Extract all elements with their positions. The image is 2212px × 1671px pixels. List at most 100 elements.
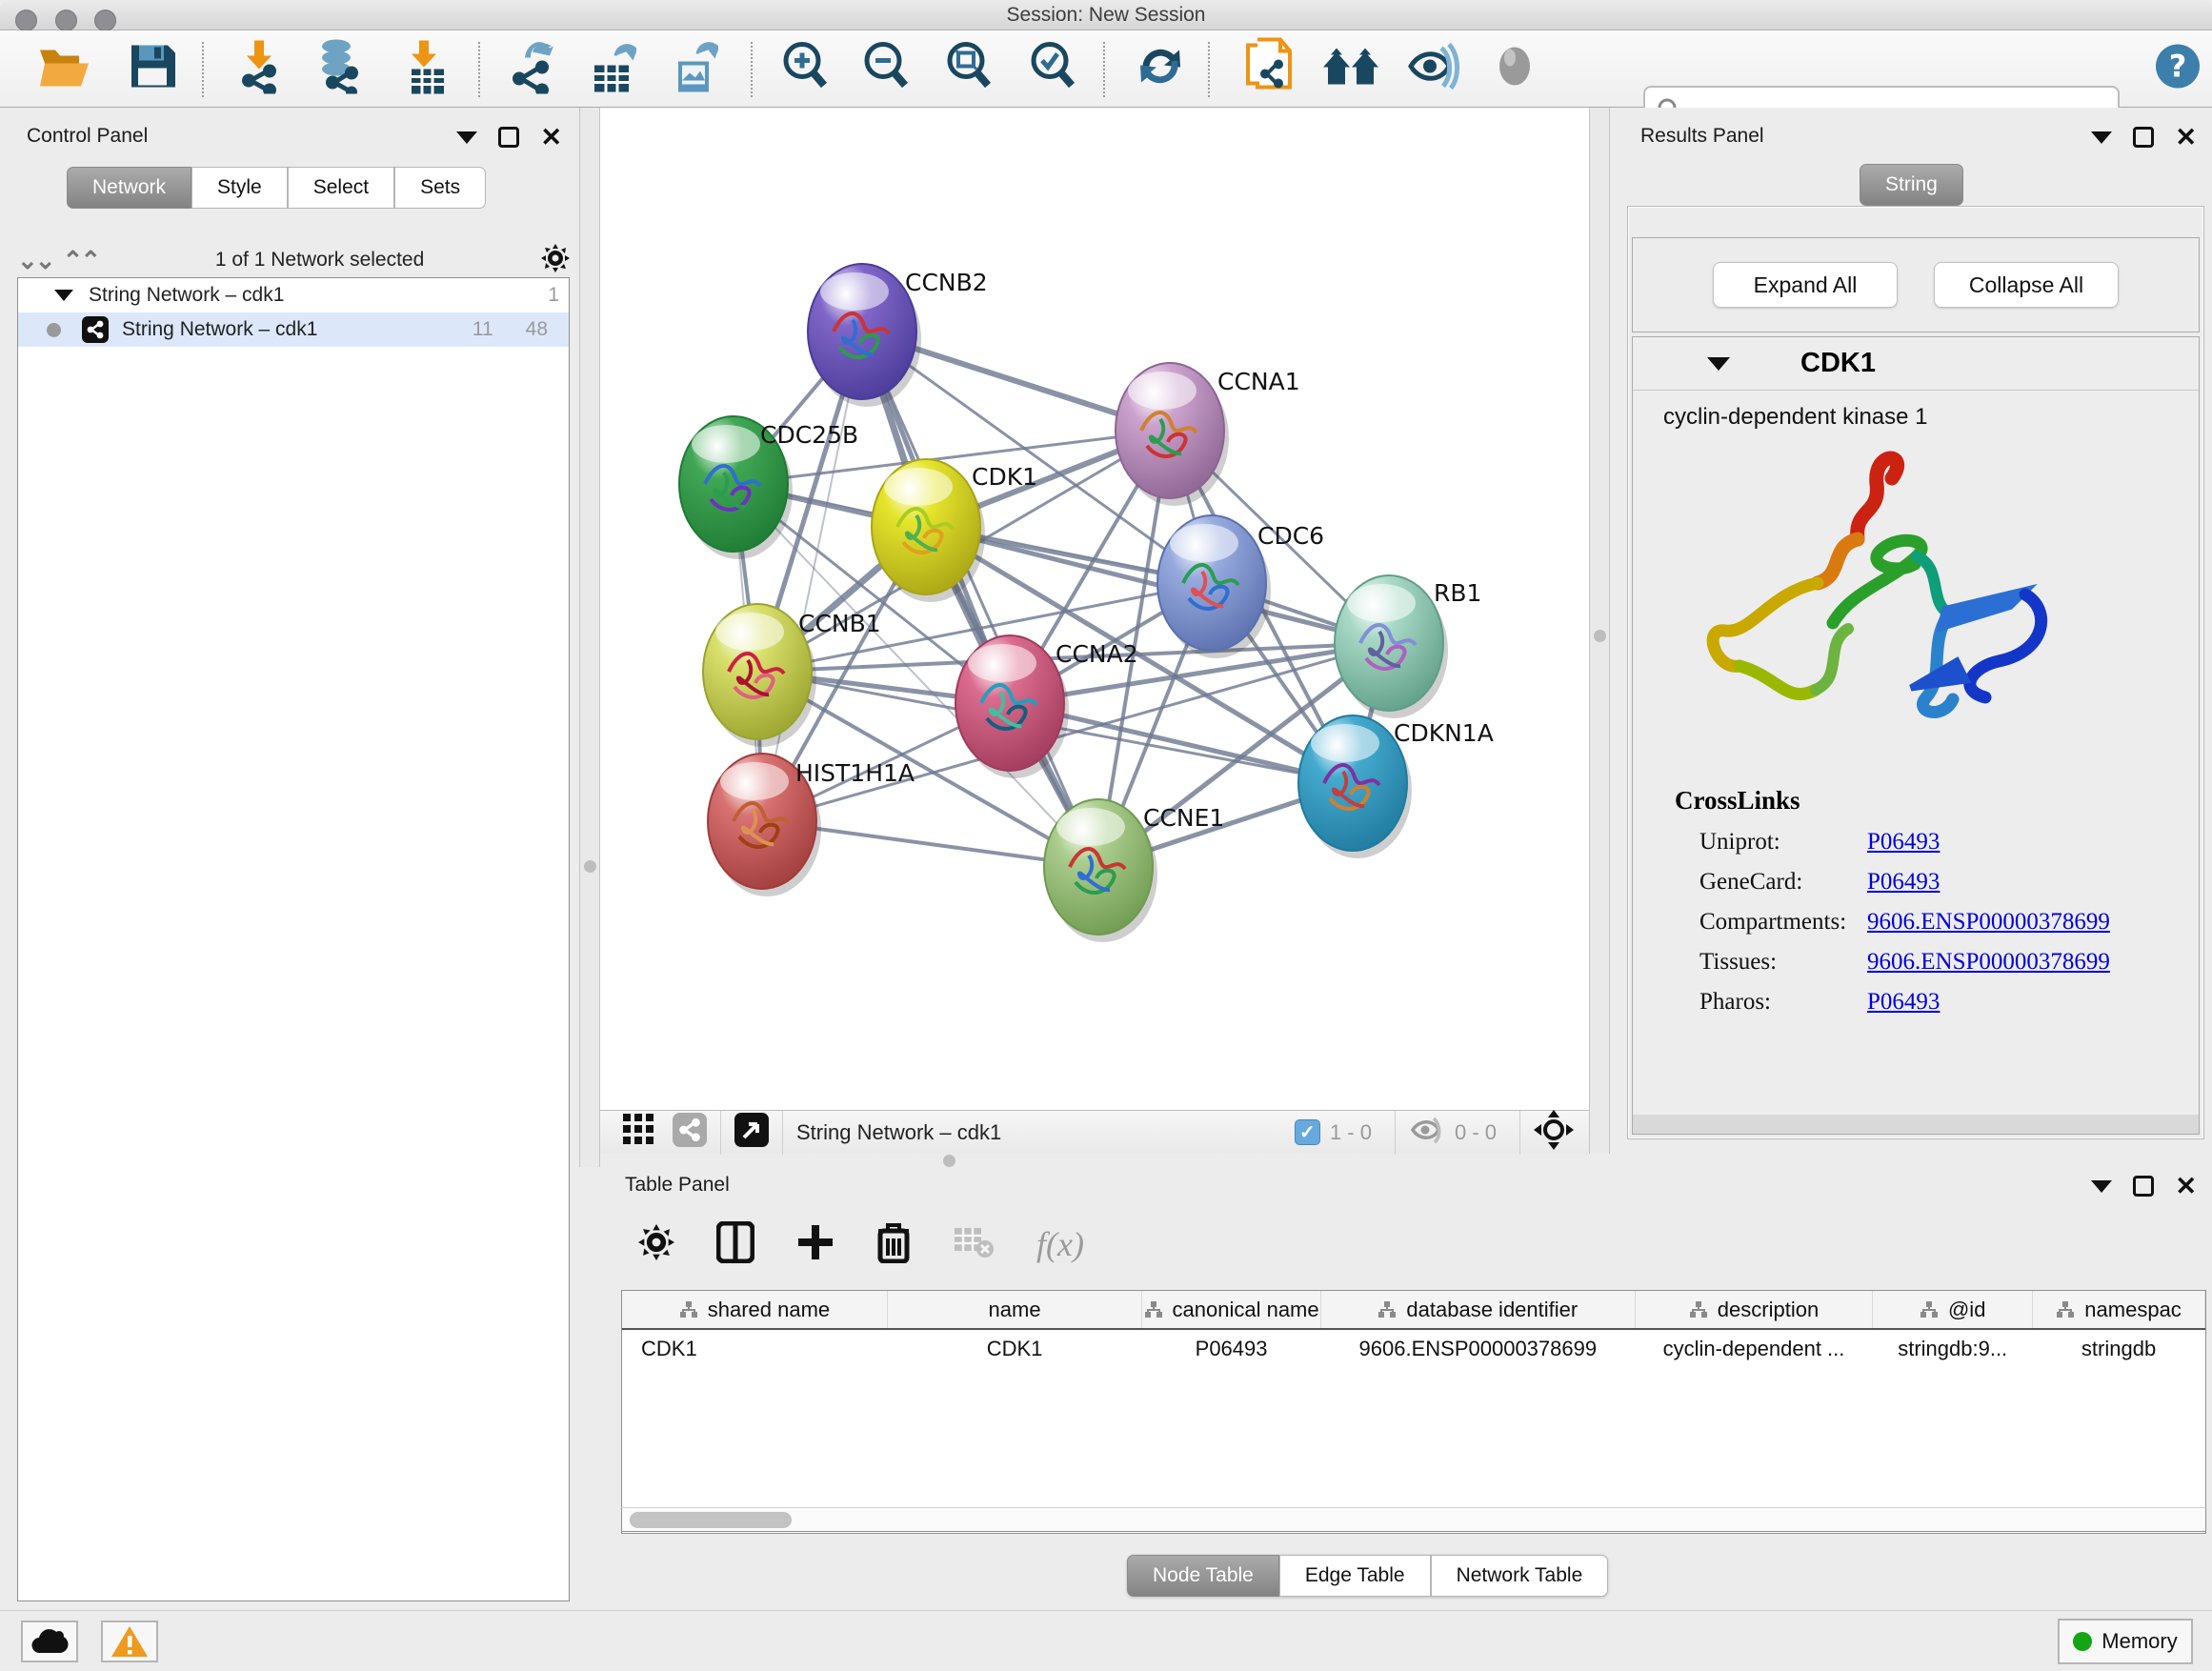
network-node-CDC25B[interactable]: CDC25B	[679, 416, 858, 559]
column-header--id[interactable]: @id	[1873, 1291, 2033, 1329]
birdseye-view-icon[interactable]	[734, 1113, 769, 1152]
column-header-description[interactable]: description	[1635, 1291, 1873, 1329]
node-table[interactable]: shared namenamecanonical namedatabase id…	[621, 1290, 2206, 1534]
zoom-out-icon[interactable]	[860, 40, 912, 98]
column-header-name[interactable]: name	[887, 1291, 1141, 1329]
network-share-view-icon[interactable]	[673, 1113, 707, 1152]
network-canvas[interactable]: CCNB2CCNA1CDC25BCDK1CDC6RB1CCNB1CCNA2CDK…	[600, 108, 1589, 1110]
fit-content-crosshair-icon[interactable]	[1534, 1110, 1574, 1155]
network-collection-row[interactable]: String Network – cdk1 1	[18, 278, 569, 312]
hide-selected-icon[interactable]	[1405, 43, 1460, 95]
network-options-gear-icon[interactable]	[541, 244, 570, 277]
import-table-from-file-icon[interactable]	[402, 39, 450, 99]
scrollbar-thumb[interactable]	[630, 1512, 792, 1528]
network-node-CCNA1[interactable]: CCNA1	[1116, 363, 1300, 506]
network-node-CCNA2[interactable]: CCNA2	[955, 635, 1138, 778]
crosslink-link[interactable]: 9606.ENSP00000378699	[1867, 909, 2110, 936]
tab-style[interactable]: Style	[191, 167, 288, 209]
table-panel-float-icon[interactable]	[2133, 1176, 2154, 1197]
table-panel-menu-icon[interactable]	[2091, 1180, 2112, 1193]
table-row[interactable]: CDK1CDK1P064939606.ENSP00000378699cyclin…	[622, 1329, 2205, 1367]
expand-all-button[interactable]: Expand All	[1713, 262, 1898, 308]
column-header-shared-name[interactable]: shared name	[622, 1291, 887, 1329]
grid-view-icon[interactable]	[623, 1114, 655, 1151]
results-panel-float-icon[interactable]	[2133, 127, 2154, 148]
zoom-selected-icon[interactable]	[1027, 40, 1078, 98]
import-network-from-database-icon[interactable]	[312, 39, 365, 99]
network-node-CDC6[interactable]: CDC6	[1157, 515, 1324, 658]
table-cell[interactable]: CDK1	[887, 1329, 1141, 1367]
crosslink-link[interactable]: P06493	[1867, 829, 1940, 856]
column-header-canonical-name[interactable]: canonical name	[1142, 1291, 1321, 1329]
export-network-icon[interactable]	[506, 39, 557, 99]
tab-select[interactable]: Select	[288, 167, 394, 209]
apply-preferred-layout-icon[interactable]	[1134, 40, 1187, 98]
add-column-icon[interactable]	[796, 1223, 835, 1266]
collection-expand-icon[interactable]	[54, 290, 73, 301]
splitter-handle-icon[interactable]	[584, 860, 596, 873]
table-cell[interactable]: 9606.ENSP00000378699	[1320, 1329, 1635, 1367]
left-splitter[interactable]	[579, 108, 600, 1167]
tab-string[interactable]: String	[1860, 164, 1963, 206]
network-edge-CCNB2-HIST1H1A[interactable]	[762, 332, 862, 821]
export-image-icon[interactable]	[669, 39, 718, 99]
control-panel-float-icon[interactable]	[498, 127, 519, 148]
table-horizontal-scrollbar[interactable]	[621, 1507, 2206, 1532]
crosslink-link[interactable]: 9606.ENSP00000378699	[1867, 949, 2110, 976]
cloud-status-button[interactable]	[21, 1621, 78, 1662]
right-splitter[interactable]	[1589, 108, 1610, 1167]
hidden-counts: 0 - 0	[1455, 1120, 1497, 1145]
table-panel-close-icon[interactable]: ✕	[2175, 1176, 2197, 1197]
show-columns-icon[interactable]	[716, 1221, 754, 1268]
tab-network-table[interactable]: Network Table	[1431, 1555, 1609, 1597]
table-settings-gear-icon[interactable]	[638, 1224, 674, 1265]
hidden-eye-icon[interactable]	[1409, 1115, 1445, 1150]
results-panel-close-icon[interactable]: ✕	[2175, 127, 2197, 148]
open-file-icon[interactable]	[37, 43, 92, 95]
warnings-button[interactable]	[101, 1621, 158, 1662]
new-network-from-selection-icon[interactable]	[1244, 38, 1294, 100]
splitter-handle-icon[interactable]	[943, 1155, 955, 1167]
table-cell[interactable]: stringdb	[2033, 1329, 2205, 1367]
network-node-CDKN1A[interactable]: CDKN1A	[1298, 715, 1494, 858]
gene-header-row[interactable]: CDK1	[1633, 337, 2199, 391]
crosslink-link[interactable]: P06493	[1867, 869, 1940, 896]
network-node-HIST1H1A[interactable]: HIST1H1A	[708, 754, 915, 896]
zoom-in-icon[interactable]	[779, 40, 831, 98]
tab-node-table[interactable]: Node Table	[1127, 1555, 1279, 1597]
collapse-all-button[interactable]: Collapse All	[1934, 262, 2119, 308]
tab-sets[interactable]: Sets	[394, 167, 486, 209]
memory-button[interactable]: Memory	[2058, 1619, 2193, 1664]
tab-edge-table[interactable]: Edge Table	[1279, 1555, 1431, 1597]
save-session-icon[interactable]	[128, 42, 177, 96]
control-panel-close-icon[interactable]: ✕	[540, 127, 562, 148]
table-cell[interactable]: P06493	[1142, 1329, 1321, 1367]
tab-network[interactable]: Network	[67, 167, 191, 209]
network-graph[interactable]: CCNB2CCNA1CDC25BCDK1CDC6RB1CCNB1CCNA2CDK…	[600, 108, 1589, 1110]
network-node-RB1[interactable]: RB1	[1335, 575, 1481, 718]
table-cell[interactable]: stringdb:9...	[1873, 1329, 2033, 1367]
help-icon[interactable]: ?	[2154, 43, 2202, 95]
results-panel-menu-icon[interactable]	[2091, 131, 2112, 144]
network-node-CCNB2[interactable]: CCNB2	[808, 264, 988, 407]
import-network-from-file-icon[interactable]	[233, 39, 285, 99]
network-node-CCNE1[interactable]: CCNE1	[1044, 799, 1224, 942]
crosslink-link[interactable]: P06493	[1867, 989, 1940, 1016]
splitter-handle-icon[interactable]	[1594, 630, 1606, 642]
control-panel-menu-icon[interactable]	[456, 131, 477, 144]
zoom-fit-icon[interactable]	[943, 40, 995, 98]
selected-indicator-checkbox[interactable]: ✓	[1295, 1119, 1320, 1145]
gene-collapse-icon[interactable]	[1707, 357, 1730, 371]
table-cell[interactable]: CDK1	[622, 1329, 887, 1367]
export-table-icon[interactable]	[587, 39, 636, 99]
expand-all-networks-icon[interactable]: ⌃⌃	[63, 246, 99, 275]
show-all-icon[interactable]	[1491, 43, 1538, 95]
column-header-namespac[interactable]: namespac	[2033, 1291, 2205, 1329]
collapse-all-networks-icon[interactable]: ⌄⌄	[17, 246, 53, 275]
column-header-database-identifier[interactable]: database identifier	[1320, 1291, 1635, 1329]
network-row[interactable]: String Network – cdk1 11 48	[18, 312, 569, 347]
table-cell[interactable]: cyclin-dependent ...	[1635, 1329, 1873, 1367]
main-toolbar: ?	[0, 30, 2212, 108]
first-neighbors-icon[interactable]	[1321, 43, 1380, 95]
delete-column-icon[interactable]	[876, 1221, 911, 1268]
